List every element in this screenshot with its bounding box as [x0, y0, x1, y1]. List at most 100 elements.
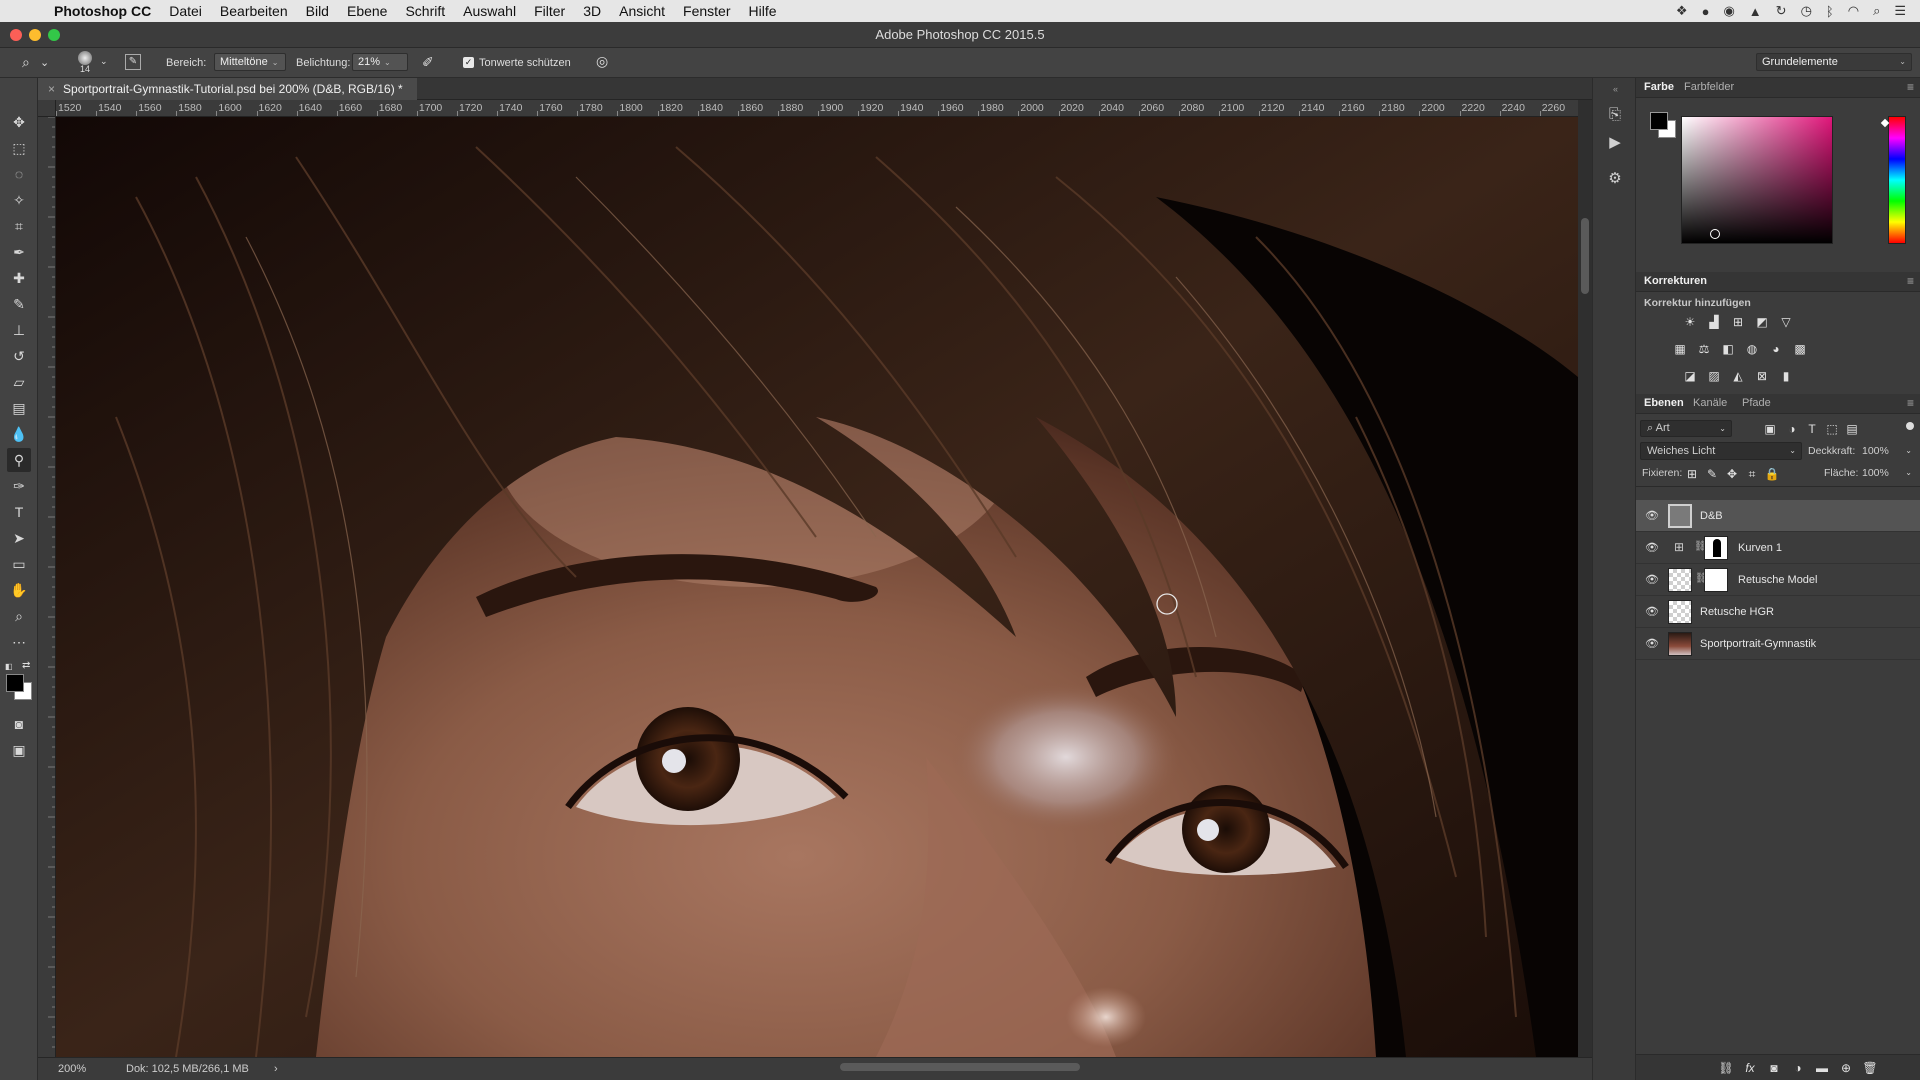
- brightness-contrast-icon[interactable]: ☀: [1682, 314, 1698, 330]
- tab-farbe[interactable]: Farbe: [1644, 81, 1674, 93]
- lock-transparent-pixels-icon[interactable]: ⊞: [1684, 466, 1700, 482]
- layer-row-retusche-hgr[interactable]: 👁 Retusche HGR: [1636, 596, 1920, 628]
- vertical-ruler[interactable]: [38, 117, 56, 1057]
- drive-icon[interactable]: ▲: [1749, 4, 1762, 19]
- filter-shape-icon[interactable]: ⬚: [1824, 421, 1840, 437]
- filter-smart-object-icon[interactable]: ▤: [1844, 421, 1860, 437]
- tab-kanaele[interactable]: Kanäle: [1693, 397, 1727, 409]
- gradient-tool-icon[interactable]: ▤: [7, 396, 31, 420]
- vibrance-icon[interactable]: ▽: [1778, 314, 1794, 330]
- quick-mask-icon[interactable]: ◙: [7, 712, 31, 736]
- layer-visibility-eye-icon[interactable]: 👁: [1644, 572, 1660, 588]
- protect-tones-checkbox[interactable]: ✓: [463, 57, 474, 68]
- notification-center-icon[interactable]: ☰: [1894, 3, 1906, 19]
- selective-color-icon[interactable]: ⊠: [1754, 368, 1770, 384]
- filter-pixel-icon[interactable]: ▣: [1762, 421, 1778, 437]
- history-panel-icon[interactable]: ⎘: [1604, 104, 1626, 126]
- workspace-select[interactable]: Grundelemente ⌄: [1756, 53, 1912, 71]
- new-adjustment-layer-icon[interactable]: ◑: [1790, 1060, 1806, 1076]
- blur-tool-icon[interactable]: 💧: [7, 422, 31, 446]
- layer-row-kurven-1[interactable]: 👁 ⊞ ⛓ Kurven 1: [1636, 532, 1920, 564]
- crop-tool-icon[interactable]: ⌗: [7, 214, 31, 238]
- bluetooth-icon[interactable]: ᛒ: [1826, 4, 1834, 19]
- layer-name[interactable]: Kurven 1: [1738, 532, 1782, 564]
- airbrush-icon[interactable]: ✐: [422, 54, 434, 71]
- horizontal-scroll-thumb[interactable]: [840, 1063, 1080, 1071]
- document-tab[interactable]: × Sportportrait-Gymnastik-Tutorial.psd be…: [38, 78, 417, 100]
- zoom-level[interactable]: 200%: [58, 1058, 86, 1080]
- hand-tool-icon[interactable]: ✋: [7, 578, 31, 602]
- healing-brush-tool-icon[interactable]: ✚: [7, 266, 31, 290]
- layer-mask-thumbnail[interactable]: [1704, 536, 1728, 560]
- dodge-tool-icon[interactable]: ⚲: [7, 448, 31, 472]
- pressure-size-icon[interactable]: ◎: [596, 53, 608, 70]
- channel-mixer-icon[interactable]: ◕: [1768, 341, 1784, 357]
- status-menu-arrow-icon[interactable]: ›: [274, 1058, 278, 1080]
- exposure-icon[interactable]: ◩: [1754, 314, 1770, 330]
- adjustments-title[interactable]: Korrekturen: [1644, 275, 1707, 287]
- menu-3d[interactable]: 3D: [583, 3, 601, 19]
- invert-icon[interactable]: ◪: [1682, 368, 1698, 384]
- layer-visibility-eye-icon[interactable]: 👁: [1644, 636, 1660, 652]
- menu-bearbeiten[interactable]: Bearbeiten: [220, 3, 288, 19]
- wifi-icon[interactable]: ◠: [1848, 3, 1859, 19]
- brush-picker-chevron-icon[interactable]: ⌄: [100, 56, 108, 67]
- exposure-field[interactable]: 21% ⌄: [352, 53, 408, 71]
- tab-farbfelder[interactable]: Farbfelder: [1684, 81, 1734, 93]
- filter-type-icon[interactable]: T: [1804, 421, 1820, 437]
- rectangle-tool-icon[interactable]: ▭: [7, 552, 31, 576]
- delete-layer-icon[interactable]: 🗑: [1862, 1060, 1878, 1076]
- levels-icon[interactable]: ▟: [1706, 314, 1722, 330]
- range-select[interactable]: Mitteltöne ⌄: [214, 53, 286, 71]
- screen-mode-icon[interactable]: ▣: [7, 738, 31, 762]
- eraser-tool-icon[interactable]: ▱: [7, 370, 31, 394]
- opacity-field[interactable]: 100% ⌄: [1858, 442, 1916, 460]
- color-panel-menu-icon[interactable]: ≡: [1907, 80, 1914, 94]
- filter-adjustment-icon[interactable]: ◑: [1784, 421, 1800, 437]
- menu-app-name[interactable]: Photoshop CC: [54, 3, 151, 19]
- menu-ansicht[interactable]: Ansicht: [619, 3, 665, 19]
- gradient-map-icon[interactable]: ▮: [1778, 368, 1794, 384]
- color-picker-marker[interactable]: [1710, 229, 1720, 239]
- marquee-tool-icon[interactable]: ⬚: [7, 136, 31, 160]
- layer-thumbnail[interactable]: [1668, 600, 1692, 624]
- lock-artboard-icon[interactable]: ⌗: [1744, 466, 1760, 482]
- layer-row-retusche-model[interactable]: 👁 ⛓ Retusche Model: [1636, 564, 1920, 596]
- tool-preset-chevron-icon[interactable]: ⌄: [40, 56, 49, 69]
- tab-ebenen[interactable]: Ebenen: [1644, 397, 1684, 409]
- spotlight-search-icon[interactable]: ⌕: [1873, 3, 1880, 19]
- menu-hilfe[interactable]: Hilfe: [749, 3, 777, 19]
- layer-visibility-eye-icon[interactable]: 👁: [1644, 604, 1660, 620]
- menu-fenster[interactable]: Fenster: [683, 3, 730, 19]
- type-tool-icon[interactable]: T: [7, 500, 31, 524]
- layer-name[interactable]: Retusche HGR: [1700, 596, 1774, 628]
- time-machine-icon[interactable]: ◷: [1801, 3, 1812, 19]
- ruler-origin[interactable]: [38, 100, 56, 117]
- collapse-panels-icon[interactable]: «: [1613, 84, 1618, 94]
- layer-name[interactable]: Retusche Model: [1738, 564, 1818, 596]
- color-panel-foreground-swatch[interactable]: [1650, 112, 1668, 130]
- history-brush-tool-icon[interactable]: ↺: [7, 344, 31, 368]
- layer-row-db[interactable]: 👁 D&B: [1636, 500, 1920, 532]
- layer-thumbnail[interactable]: [1668, 504, 1692, 528]
- actions-panel-icon[interactable]: ▶: [1604, 132, 1626, 154]
- menu-datei[interactable]: Datei: [169, 3, 202, 19]
- black-white-icon[interactable]: ◧: [1720, 341, 1736, 357]
- sync-icon[interactable]: ↻: [1776, 3, 1787, 19]
- layer-visibility-eye-icon[interactable]: 👁: [1644, 540, 1660, 556]
- clone-stamp-tool-icon[interactable]: ⊥: [7, 318, 31, 342]
- brush-tool-icon[interactable]: ✎: [7, 292, 31, 316]
- menu-bild[interactable]: Bild: [306, 3, 329, 19]
- hue-slider[interactable]: [1888, 116, 1906, 244]
- dropbox-icon[interactable]: ❖: [1676, 3, 1688, 19]
- edit-toolbar-icon[interactable]: ⋯: [7, 630, 31, 654]
- layer-visibility-eye-icon[interactable]: 👁: [1644, 508, 1660, 524]
- default-colors-icon[interactable]: ◧: [5, 662, 13, 671]
- foreground-color-swatch[interactable]: [6, 674, 24, 692]
- move-tool-icon[interactable]: ✥: [7, 110, 31, 134]
- link-layers-icon[interactable]: ⛓: [1718, 1060, 1734, 1076]
- color-balance-icon[interactable]: ⚖: [1696, 341, 1712, 357]
- hue-saturation-icon[interactable]: ▦: [1672, 341, 1688, 357]
- zoom-window-icon[interactable]: [48, 29, 60, 41]
- layer-thumbnail[interactable]: [1668, 632, 1692, 656]
